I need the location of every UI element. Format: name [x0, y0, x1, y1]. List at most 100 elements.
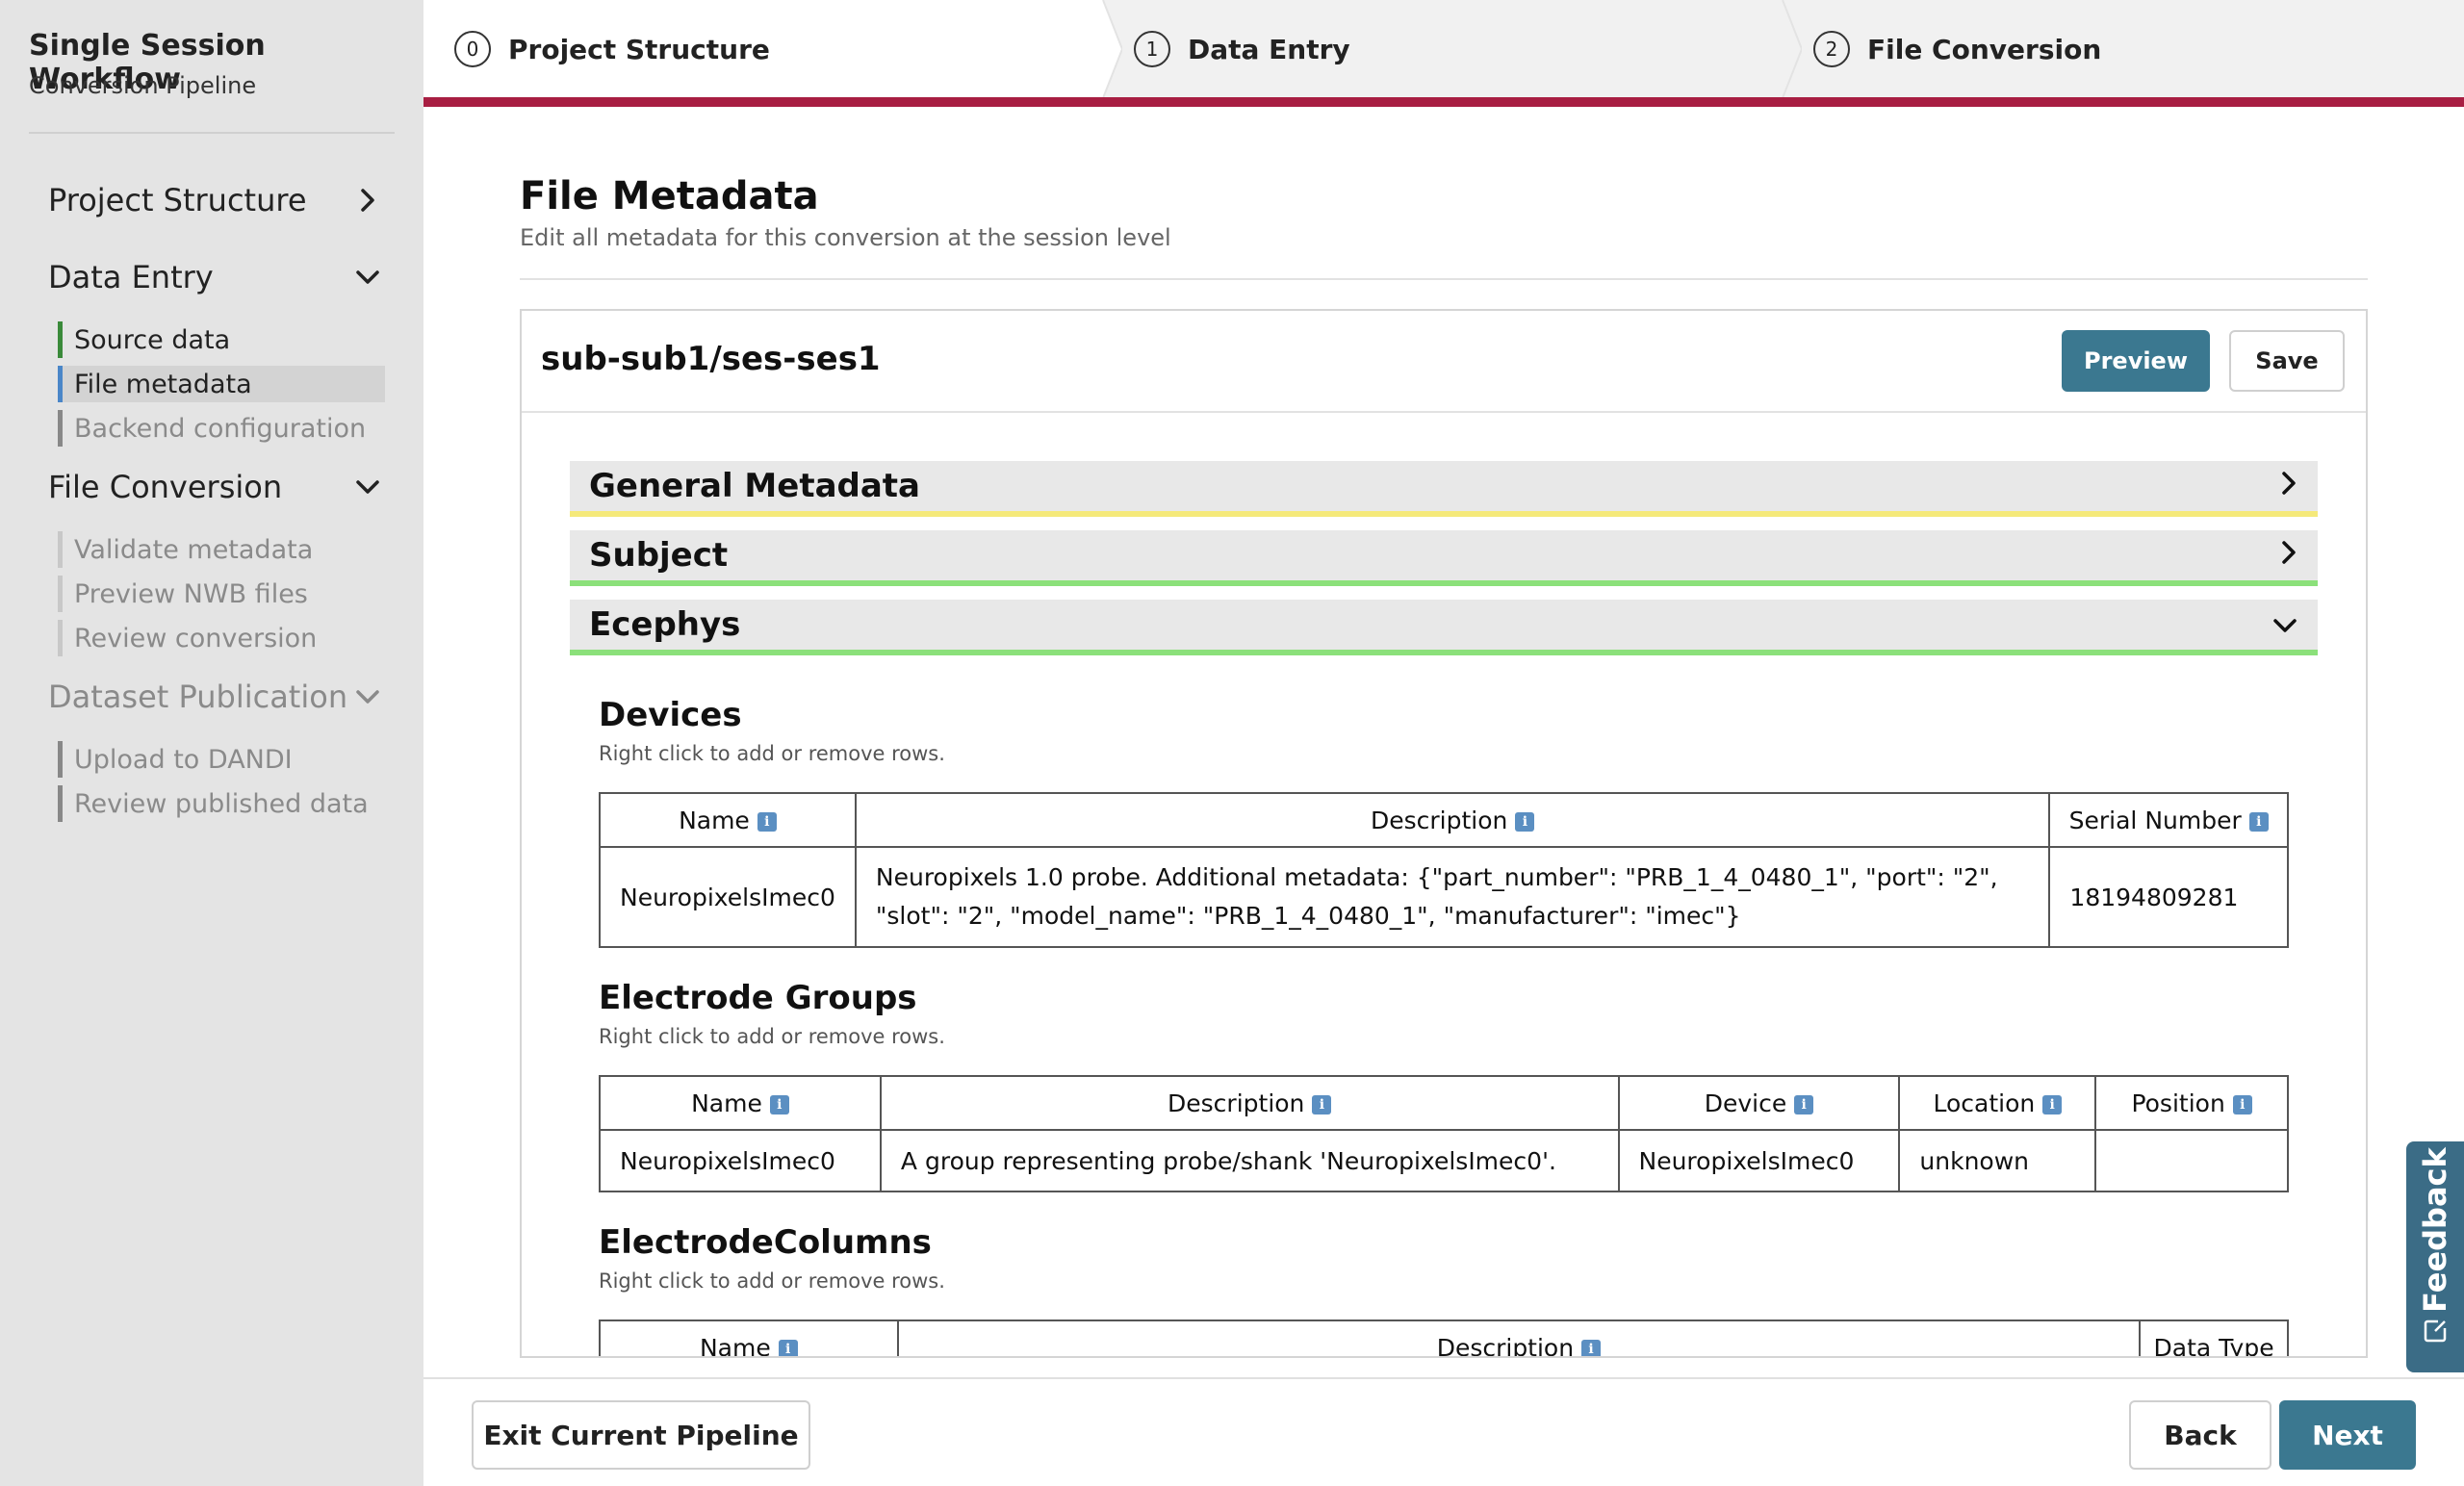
- accordion-general-metadata[interactable]: General Metadata: [570, 461, 2318, 517]
- step-file-conversion[interactable]: 2 File Conversion: [1783, 0, 2464, 98]
- sidebar-section-label: Dataset Publication: [48, 679, 348, 715]
- info-icon[interactable]: i: [2232, 1094, 2252, 1114]
- step-separator: [1084, 0, 1122, 98]
- header-label: Name: [691, 1089, 762, 1117]
- accordion-label: Subject: [589, 536, 729, 575]
- table-header-row: Name i Description i Device i Location i Pos…: [599, 1075, 2289, 1131]
- session-card: sub-sub1/ses-ses1 Preview Save General M…: [520, 309, 2368, 1358]
- session-card-header: sub-sub1/ses-ses1 Preview Save: [522, 311, 2366, 413]
- electrode-columns-table: Name i Description i Data Type: [599, 1319, 2289, 1358]
- sidebar-item-file-metadata[interactable]: File metadata: [58, 366, 385, 402]
- table-row: NeuropixelsImec0 Neuropixels 1.0 probe. …: [599, 846, 2289, 948]
- step-label: Data Entry: [1188, 33, 1350, 65]
- preview-button[interactable]: Preview: [2062, 330, 2210, 392]
- group-device-cell[interactable]: NeuropixelsImec0: [1617, 1129, 1901, 1192]
- step-number: 1: [1134, 31, 1170, 67]
- status-bar: [58, 785, 63, 822]
- electrode-columns-hint: Right click to add or remove rows.: [599, 1269, 945, 1293]
- sidebar-section-label: Project Structure: [48, 182, 307, 218]
- info-icon[interactable]: i: [757, 811, 777, 832]
- info-icon[interactable]: i: [1312, 1094, 1332, 1114]
- sidebar-section-project-structure[interactable]: Project Structure: [48, 176, 385, 224]
- main-content: File Metadata Edit all metadata for this…: [424, 107, 2464, 1377]
- status-bar: [58, 741, 63, 778]
- column-header-name[interactable]: Name i: [599, 1075, 882, 1131]
- devices-hint: Right click to add or remove rows.: [599, 742, 945, 765]
- sidebar-section-label: Data Entry: [48, 259, 214, 295]
- info-icon[interactable]: i: [1794, 1094, 1814, 1114]
- step-progress-bar: [424, 97, 2464, 107]
- info-icon[interactable]: i: [778, 1340, 798, 1356]
- accordion-ecephys[interactable]: Ecephys: [570, 600, 2318, 655]
- chevron-down-icon: [350, 260, 385, 295]
- info-icon[interactable]: i: [1515, 811, 1535, 832]
- electrode-columns-title: ElectrodeColumns: [599, 1223, 932, 1262]
- sidebar-item-review-conversion[interactable]: Review conversion: [58, 620, 385, 656]
- feedback-button[interactable]: Feedback: [2406, 1141, 2464, 1372]
- table-header-row: Name i Description i Data Type: [599, 1319, 2289, 1358]
- exit-pipeline-button[interactable]: Exit Current Pipeline: [472, 1400, 810, 1470]
- column-header-name[interactable]: Name i: [599, 792, 857, 848]
- sidebar-item-preview-nwb-files[interactable]: Preview NWB files: [58, 576, 385, 612]
- header-label: Description: [1168, 1089, 1305, 1117]
- next-button[interactable]: Next: [2279, 1400, 2416, 1470]
- device-description-cell[interactable]: Neuropixels 1.0 probe. Additional metada…: [854, 846, 2051, 948]
- sidebar-item-source-data[interactable]: Source data: [58, 321, 385, 358]
- step-label: Project Structure: [508, 33, 770, 65]
- column-header-location[interactable]: Location i: [1898, 1075, 2097, 1131]
- sidebar-item-backend-configuration[interactable]: Backend configuration: [58, 410, 385, 447]
- info-icon[interactable]: i: [769, 1094, 789, 1114]
- header-label: Description: [1436, 1334, 1575, 1358]
- device-serial-cell[interactable]: 18194809281: [2048, 846, 2289, 948]
- chevron-right-icon: [2279, 536, 2298, 575]
- sidebar-section-label: File Conversion: [48, 469, 283, 505]
- sidebar-section-file-conversion[interactable]: File Conversion: [48, 463, 385, 511]
- accordion-subject[interactable]: Subject: [570, 530, 2318, 586]
- group-position-cell[interactable]: [2094, 1129, 2289, 1192]
- column-header-description[interactable]: Description i: [896, 1319, 2142, 1358]
- group-name-cell[interactable]: NeuropixelsImec0: [599, 1129, 882, 1192]
- info-icon[interactable]: i: [2042, 1094, 2063, 1114]
- back-button[interactable]: Back: [2129, 1400, 2272, 1470]
- column-header-name[interactable]: Name i: [599, 1319, 899, 1356]
- info-icon[interactable]: i: [1581, 1340, 1602, 1356]
- chevron-right-icon: [350, 183, 385, 218]
- column-header-description[interactable]: Description i: [854, 792, 2051, 848]
- sidebar-item-label: Backend configuration: [74, 413, 367, 444]
- group-description-cell[interactable]: A group representing probe/shank 'Neurop…: [879, 1129, 1620, 1192]
- header-label: Location: [1933, 1089, 2036, 1117]
- page-title: File Metadata: [520, 174, 819, 218]
- step-data-entry[interactable]: 1 Data Entry: [1103, 0, 1783, 98]
- info-icon[interactable]: i: [2248, 811, 2269, 832]
- sidebar-item-upload-to-dandi[interactable]: Upload to DANDI: [58, 741, 385, 778]
- sidebar-item-label: Upload to DANDI: [74, 744, 293, 775]
- feedback-label: Feedback: [2417, 1147, 2453, 1313]
- sidebar-section-dataset-publication[interactable]: Dataset Publication: [48, 673, 385, 721]
- header-label: Name: [679, 806, 750, 834]
- footer-bar: Exit Current Pipeline Back Next: [424, 1377, 2464, 1486]
- group-location-cell[interactable]: unknown: [1898, 1129, 2097, 1192]
- device-name-cell[interactable]: NeuropixelsImec0: [599, 846, 857, 948]
- column-header-serial-number[interactable]: Serial Number i: [2048, 792, 2289, 848]
- header-label: Position: [2131, 1089, 2225, 1117]
- sidebar-item-label: Review published data: [74, 788, 369, 819]
- chevron-down-icon: [350, 679, 385, 714]
- devices-title: Devices: [599, 696, 742, 734]
- app-root: Single Session Workflow Conversion Pipel…: [0, 0, 2464, 1486]
- header-label: Device: [1704, 1089, 1787, 1117]
- status-bar: [58, 321, 63, 358]
- sidebar-item-validate-metadata[interactable]: Validate metadata: [58, 531, 385, 568]
- sidebar-divider: [29, 132, 395, 134]
- accordion-label: General Metadata: [589, 467, 921, 505]
- step-separator: [1763, 0, 1802, 98]
- status-bar: [58, 576, 63, 612]
- column-header-description[interactable]: Description i: [879, 1075, 1620, 1131]
- save-button[interactable]: Save: [2229, 330, 2345, 392]
- column-header-device[interactable]: Device i: [1617, 1075, 1901, 1131]
- sidebar-item-review-published-data[interactable]: Review published data: [58, 785, 385, 822]
- step-project-structure[interactable]: 0 Project Structure: [424, 0, 1103, 98]
- table-row: NeuropixelsImec0 A group representing pr…: [599, 1129, 2289, 1192]
- sidebar-section-data-entry[interactable]: Data Entry: [48, 253, 385, 301]
- column-header-data-type[interactable]: Data Type: [2139, 1319, 2289, 1356]
- column-header-position[interactable]: Position i: [2094, 1075, 2289, 1131]
